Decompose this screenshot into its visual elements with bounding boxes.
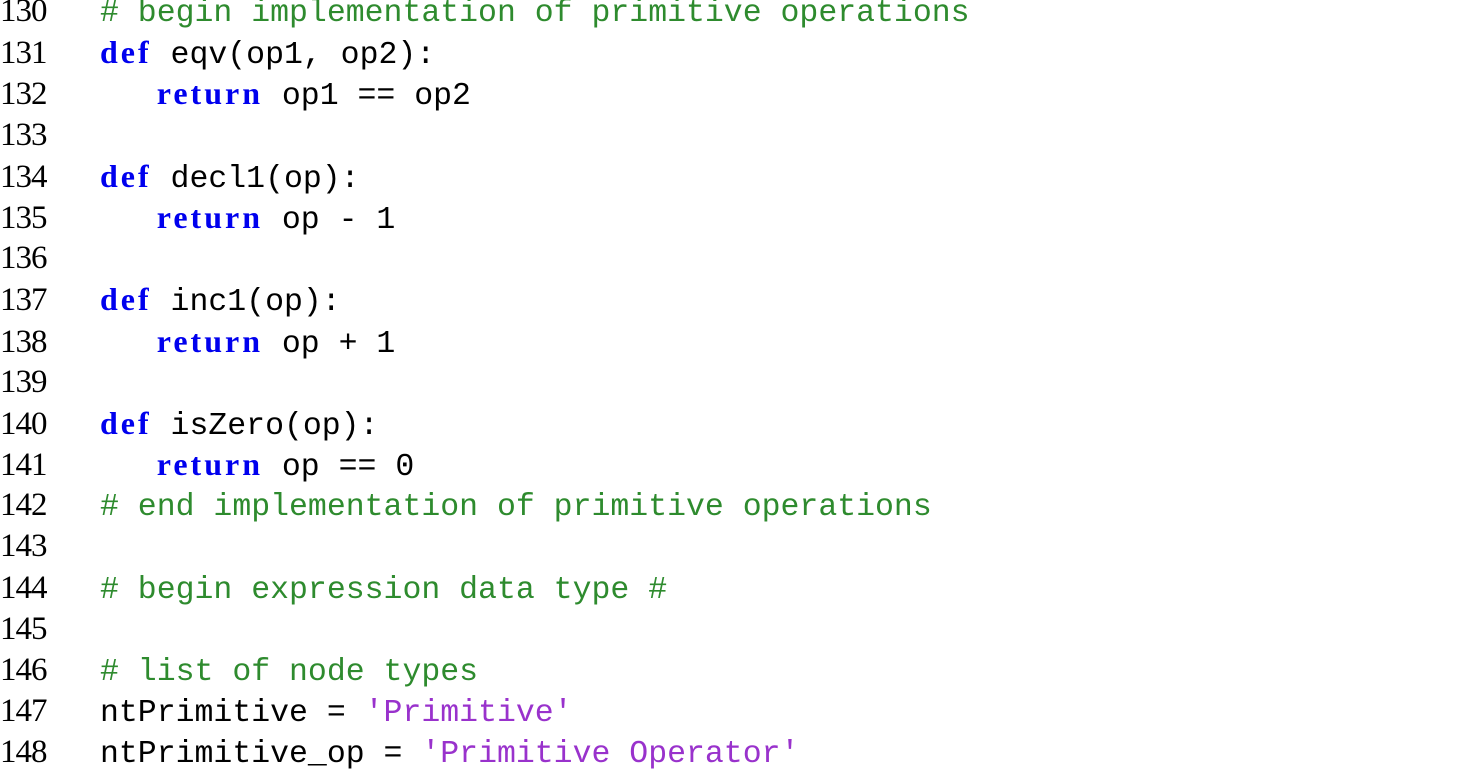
line-number: 148 xyxy=(0,734,48,771)
line-number: 136 xyxy=(0,240,48,277)
line-number: 137 xyxy=(0,282,48,319)
line-number: 132 xyxy=(0,76,48,113)
code-text: op == 0 xyxy=(263,450,415,486)
code-text: decl1(op): xyxy=(151,161,360,197)
line-number: 131 xyxy=(0,35,48,72)
code-line: 148 ntPrimitive_op = 'Primitive Operator' xyxy=(0,734,970,775)
line-number: 133 xyxy=(0,116,48,153)
line-number: 135 xyxy=(0,199,48,236)
keyword: def xyxy=(100,281,152,318)
code-line: 130 # begin implementation of primitive o… xyxy=(0,0,970,34)
code-text: isZero(op): xyxy=(151,408,379,444)
code-content: # begin expression data type # xyxy=(100,573,667,608)
code-content: # list of node types xyxy=(100,655,478,690)
code-text: eqv(op1, op2): xyxy=(151,38,436,74)
code-content: return op1 == op2 xyxy=(100,75,471,114)
code-content: return op - 1 xyxy=(100,198,396,238)
code-content: return op == 0 xyxy=(100,446,415,486)
code-listing: 130 # begin implementation of primitive o… xyxy=(0,0,970,776)
line-number: 139 xyxy=(0,363,48,400)
code-text: ntPrimitive = xyxy=(100,696,365,732)
line-number: 140 xyxy=(0,405,48,442)
code-line: 138 return op + 1 xyxy=(0,323,970,364)
line-number: 134 xyxy=(0,158,48,195)
code-line: 136 xyxy=(0,240,970,281)
code-text: op - 1 xyxy=(263,202,396,238)
line-number: 142 xyxy=(0,487,48,524)
line-number: 141 xyxy=(0,447,48,484)
code-line: 139 xyxy=(0,364,970,405)
keyword: def xyxy=(100,34,152,71)
code-text: op + 1 xyxy=(263,326,396,362)
code-line: 135 return op - 1 xyxy=(0,199,970,240)
comment: # begin implementation of primitive oper… xyxy=(100,0,970,31)
code-line: 132 return op1 == op2 xyxy=(0,75,970,116)
code-content: def inc1(op): xyxy=(100,281,341,320)
code-content: ntPrimitive_op = 'Primitive Operator' xyxy=(100,737,799,772)
code-line: 131 def eqv(op1, op2): xyxy=(0,34,970,75)
code-content: # end implementation of primitive operat… xyxy=(100,490,932,525)
code-line: 142 # end implementation of primitive ope… xyxy=(0,487,970,528)
code-line: 146 # list of node types xyxy=(0,652,970,693)
code-line: 143 xyxy=(0,528,970,569)
string-literal: 'Primitive Operator' xyxy=(421,737,800,773)
keyword: return xyxy=(156,446,263,483)
code-text: op1 == op2 xyxy=(263,79,471,115)
comment: # begin expression data type # xyxy=(100,572,668,608)
code-line: 134 def decl1(op): xyxy=(0,158,970,199)
line-number: 147 xyxy=(0,693,48,730)
code-line: 140 def isZero(op): xyxy=(0,405,970,446)
string-literal: 'Primitive' xyxy=(364,696,573,732)
keyword: return xyxy=(156,322,263,359)
code-content: return op + 1 xyxy=(100,322,396,362)
line-number: 145 xyxy=(0,610,48,647)
code-line: 141 return op == 0 xyxy=(0,446,970,487)
code-line: 144 # begin expression data type # xyxy=(0,570,970,611)
keyword: def xyxy=(100,157,152,194)
code-line: 133 xyxy=(0,117,970,158)
code-text: ntPrimitive_op = xyxy=(100,737,422,773)
keyword: def xyxy=(100,404,152,441)
code-content: def isZero(op): xyxy=(100,405,379,444)
code-content: def decl1(op): xyxy=(100,158,360,197)
code-content: def eqv(op1, op2): xyxy=(100,34,435,73)
code-line: 137 def inc1(op): xyxy=(0,281,970,322)
line-number: 138 xyxy=(0,323,48,360)
code-content: ntPrimitive = 'Primitive' xyxy=(100,696,573,731)
comment: # end implementation of primitive operat… xyxy=(100,490,932,526)
code-line: 145 xyxy=(0,611,970,652)
line-number: 146 xyxy=(0,652,48,688)
line-number: 144 xyxy=(0,569,48,606)
code-line: 147 ntPrimitive = 'Primitive' xyxy=(0,693,970,734)
keyword: return xyxy=(156,198,263,235)
keyword: return xyxy=(156,75,263,112)
comment: # list of node types xyxy=(100,655,479,690)
line-number: 130 xyxy=(0,0,48,29)
code-content: # begin implementation of primitive oper… xyxy=(100,0,970,31)
line-number: 143 xyxy=(0,528,48,565)
code-text: inc1(op): xyxy=(151,285,341,321)
